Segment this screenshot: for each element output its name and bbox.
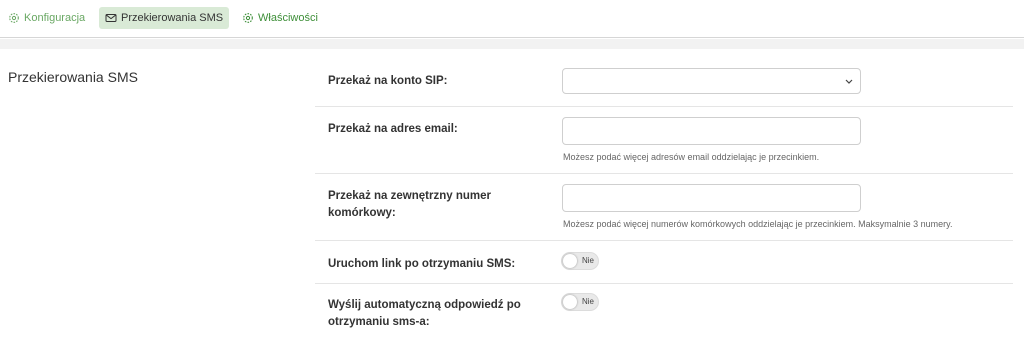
link-toggle[interactable]: Nie xyxy=(561,252,599,270)
tab-label: Właściwości xyxy=(258,12,318,24)
tab-wlasciwosci[interactable]: Właściwości xyxy=(236,7,324,29)
sip-label: Przekaż na konto SIP: xyxy=(328,75,448,87)
link-label: Uruchom link po otrzymaniu SMS: xyxy=(328,258,516,270)
tab-bar: Konfiguracja Przekierowania SMS Właściwo… xyxy=(0,0,1024,38)
envelope-icon xyxy=(105,12,117,24)
email-label: Przekaż na adres email: xyxy=(328,123,458,135)
tab-przekierowania-sms[interactable]: Przekierowania SMS xyxy=(99,7,230,29)
toggle-knob xyxy=(563,254,577,268)
chevron-down-icon xyxy=(844,74,854,86)
email-help-text: Możesz podać więcej adresów email oddzie… xyxy=(563,152,820,162)
mobile-number-field[interactable] xyxy=(562,184,861,212)
mobile-label: Przekaż na zewnętrzny numer komórkowy: xyxy=(328,190,491,219)
row-divider xyxy=(315,173,1013,174)
sip-select[interactable] xyxy=(562,68,861,94)
row-divider xyxy=(315,106,1013,107)
row-divider xyxy=(315,240,1013,241)
mobile-help-text: Możesz podać więcej numerów komórkowych … xyxy=(563,219,953,229)
gear-icon xyxy=(8,12,20,24)
tab-label: Konfiguracja xyxy=(24,12,86,24)
autoreply-label: Wyślij automatyczną odpowiedź po otrzyma… xyxy=(328,299,521,328)
section-title: Przekierowania SMS xyxy=(8,69,138,85)
autoreply-toggle[interactable]: Nie xyxy=(561,293,599,311)
gear-icon xyxy=(242,12,254,24)
toggle-state-label: Nie xyxy=(581,297,594,306)
email-field[interactable] xyxy=(562,117,861,145)
tab-label: Przekierowania SMS xyxy=(121,12,224,24)
row-divider xyxy=(315,283,1013,284)
toggle-state-label: Nie xyxy=(581,256,594,265)
tab-konfiguracja[interactable]: Konfiguracja xyxy=(2,7,91,29)
toggle-knob xyxy=(563,295,577,309)
divider-band xyxy=(0,39,1024,49)
